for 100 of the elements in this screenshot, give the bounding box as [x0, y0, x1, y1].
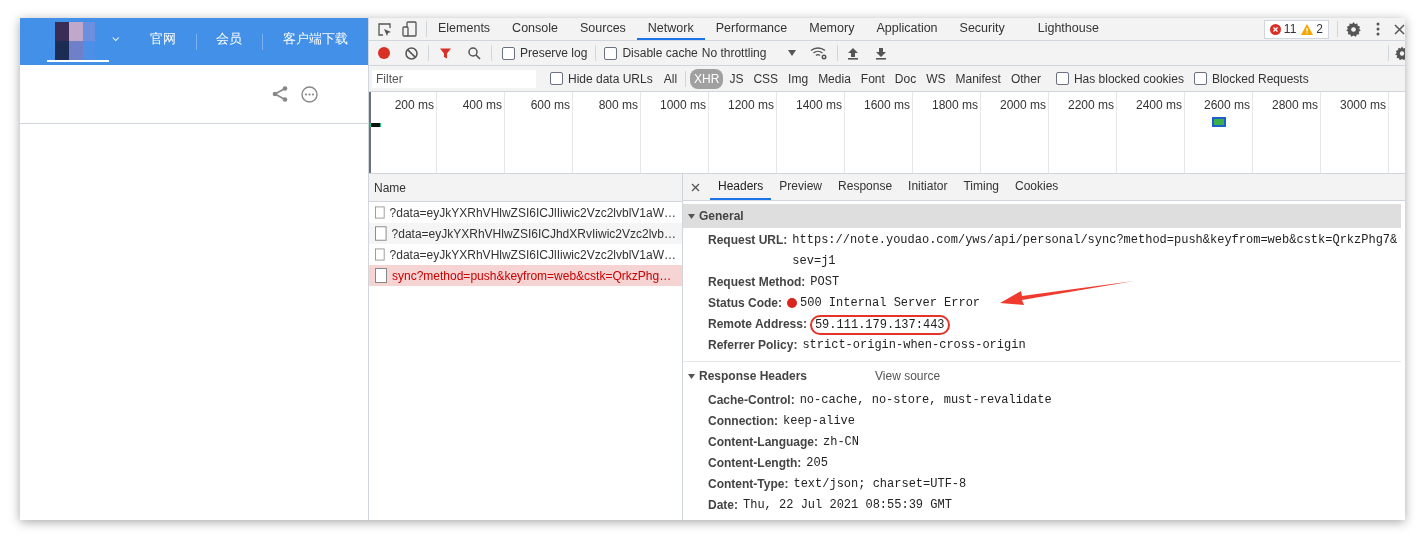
devtools-tab[interactable]: Application — [865, 18, 949, 40]
header-name: Referrer Policy: — [708, 337, 798, 354]
header-name: Date: — [708, 497, 738, 514]
header-value: text/json; charset=UTF-8 — [793, 476, 967, 493]
type-filter[interactable]: WS — [922, 68, 950, 89]
issues-badge[interactable]: 11 2 — [1263, 19, 1329, 39]
devtools-tab[interactable]: Performance — [704, 18, 799, 40]
devtools-tab[interactable]: Console — [501, 18, 569, 40]
time-tick: 2000 ms — [999, 97, 1046, 110]
checkbox[interactable] — [550, 72, 563, 85]
record-icon[interactable] — [377, 46, 391, 60]
type-filter[interactable]: Doc — [890, 68, 921, 89]
details-tab[interactable]: Preview — [771, 174, 831, 200]
checkbox-label[interactable]: Has blocked cookies — [1073, 69, 1184, 88]
header-value: strict-origin-when-cross-origin — [802, 337, 1026, 354]
time-tick: 1600 ms — [863, 97, 910, 110]
checkbox-label[interactable]: Disable cache — [622, 44, 698, 62]
details-tab[interactable]: Initiator — [900, 174, 956, 200]
devtools-tab[interactable]: Lighthouse — [1015, 18, 1110, 40]
settings-icon[interactable] — [1395, 45, 1405, 61]
time-tick: 2400 ms — [1135, 97, 1182, 110]
file-icon — [375, 247, 385, 262]
warning-count: 2 — [1316, 21, 1323, 38]
checkbox-label[interactable]: Hide data URLs — [568, 69, 653, 88]
network-conditions-icon[interactable] — [810, 46, 829, 60]
download-icon[interactable] — [875, 46, 888, 60]
request-row[interactable]: ?data=eyJkYXRhVHlwZSI6ICJhdXRvIiwic2Vzc2lvb… — [369, 223, 682, 244]
time-tick: 2200 ms — [1067, 97, 1114, 110]
time-tick: 1800 ms — [931, 97, 978, 110]
details-tab[interactable]: Headers — [710, 174, 772, 200]
more-icon[interactable] — [301, 85, 318, 103]
time-tick: 200 ms — [394, 97, 434, 110]
details-tab[interactable]: Response — [830, 174, 901, 200]
more-menu-icon[interactable] — [1376, 22, 1380, 36]
caret-icon — [788, 50, 797, 56]
request-row[interactable]: sync?method=push&keyfrom=web&cstk=QrkzPhg… — [369, 265, 682, 286]
file-icon — [375, 226, 387, 241]
type-filter[interactable]: Img — [784, 68, 813, 89]
type-filter[interactable]: Font — [856, 68, 889, 89]
share-icon[interactable] — [271, 85, 289, 103]
filter-icon[interactable] — [439, 46, 452, 60]
header-name: Cache-Control: — [708, 392, 795, 409]
filter-field[interactable]: Filter — [372, 69, 536, 88]
header-name: Content-Length: — [708, 455, 802, 472]
header-value: 205 — [806, 455, 828, 472]
type-filter[interactable]: All — [659, 68, 682, 89]
header-value: https://note.youdao.com/yws/api/personal/sync?method=push&keyfrom=web&cstk=QrkzPhg7&sev=j1 — [792, 232, 1399, 270]
type-filter[interactable]: Other — [1006, 68, 1045, 89]
header-value: 59.111.179.137:443 — [809, 315, 950, 335]
device-icon[interactable] — [402, 21, 418, 37]
close-icon[interactable] — [1394, 23, 1405, 35]
status-dot-icon — [787, 298, 797, 308]
settings-icon[interactable] — [1346, 21, 1361, 37]
inspect-icon[interactable] — [377, 21, 392, 37]
checkbox[interactable] — [604, 46, 618, 60]
checkbox[interactable] — [502, 46, 515, 60]
caret-icon[interactable] — [112, 35, 120, 42]
time-tick: 600 ms — [530, 97, 570, 110]
clear-icon[interactable] — [405, 46, 418, 60]
type-filter[interactable]: JS — [725, 68, 748, 89]
time-tick: 2600 ms — [1203, 97, 1250, 110]
logo-underline — [47, 59, 109, 62]
header-name: Remote Address: — [708, 316, 807, 333]
header-value: Thu, 22 Jul 2021 08:55:39 GMT — [743, 497, 952, 514]
close-icon[interactable] — [691, 182, 700, 192]
type-filter[interactable]: CSS — [749, 68, 783, 89]
time-tick: 800 ms — [598, 97, 638, 110]
checkbox[interactable] — [1055, 72, 1069, 85]
checkbox-label[interactable]: Preserve log — [520, 44, 588, 62]
section-header[interactable]: Response Headers View source — [683, 364, 1401, 388]
type-filter[interactable]: Media — [814, 68, 855, 89]
header-name: Status Code: — [708, 295, 782, 312]
header-value: zh-CN — [823, 434, 859, 451]
header-name: Connection: — [708, 413, 778, 430]
header-name: Request URL: — [708, 232, 788, 249]
upload-icon[interactable] — [847, 46, 860, 60]
checkbox[interactable] — [1193, 72, 1207, 85]
error-icon — [1269, 23, 1281, 35]
header-value: POST — [810, 274, 840, 291]
time-tick: 1200 ms — [727, 97, 774, 110]
devtools-tab[interactable]: Memory — [798, 18, 866, 40]
details-tab[interactable]: Cookies — [1007, 174, 1067, 200]
view-source-link[interactable]: View source — [875, 367, 941, 385]
details-tab[interactable]: Timing — [955, 174, 1007, 200]
checkbox-label[interactable]: Blocked Requests — [1211, 69, 1309, 88]
devtools-tab[interactable]: Elements — [427, 18, 502, 40]
section-header[interactable]: General — [683, 204, 1401, 228]
file-icon — [375, 205, 385, 220]
file-icon — [375, 268, 387, 283]
devtools-tab[interactable]: Sources — [569, 18, 637, 40]
expanded-triangle-icon — [688, 372, 695, 380]
throttling-dropdown[interactable]: No throttling — [701, 44, 801, 62]
expanded-triangle-icon — [688, 212, 695, 220]
search-icon[interactable] — [468, 46, 481, 60]
devtools-tab[interactable]: Security — [948, 18, 1016, 40]
warning-icon — [1301, 23, 1314, 35]
column-header[interactable]: Name — [374, 178, 406, 197]
type-filter[interactable]: Manifest — [951, 68, 1005, 89]
request-bar — [1212, 117, 1226, 127]
time-tick: 400 ms — [462, 97, 502, 110]
